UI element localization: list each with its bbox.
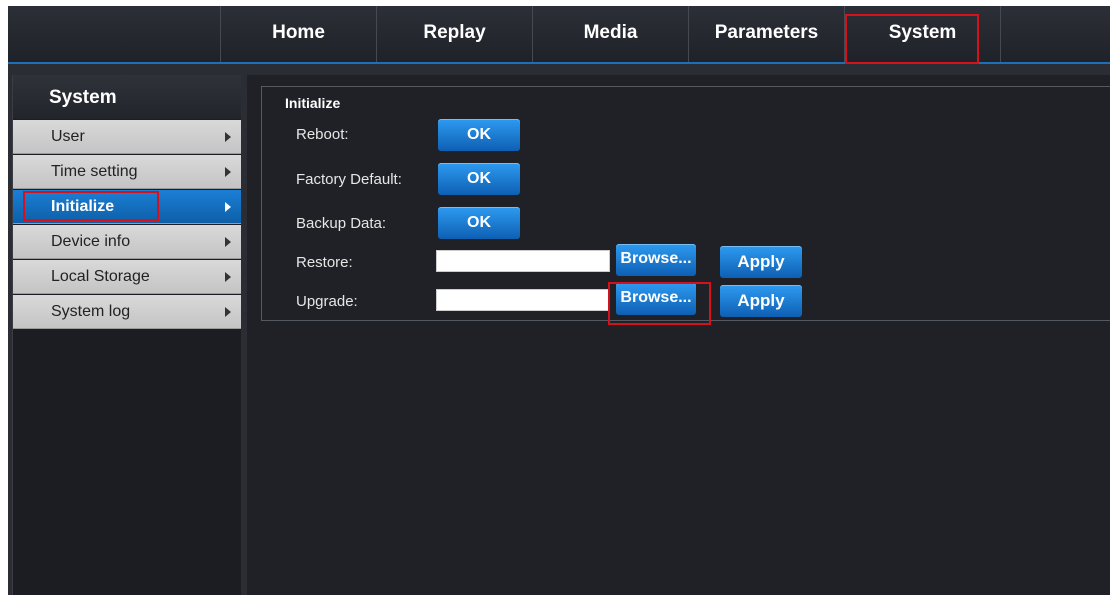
highlight-initialize-item bbox=[23, 191, 159, 221]
restore-file-input[interactable] bbox=[436, 250, 610, 272]
sidebar: System User Time setting Initialize Devi… bbox=[12, 75, 241, 595]
tab-home[interactable]: Home bbox=[220, 6, 376, 62]
chevron-right-icon bbox=[225, 202, 231, 212]
sidebar-item-system-log[interactable]: System log bbox=[13, 295, 241, 329]
factory-default-ok-button[interactable]: OK bbox=[438, 163, 520, 195]
highlight-system-tab bbox=[845, 14, 979, 64]
restore-apply-button[interactable]: Apply bbox=[720, 246, 802, 278]
tab-replay[interactable]: Replay bbox=[376, 6, 532, 62]
panel-title: Initialize bbox=[285, 95, 341, 111]
sidebar-item-user[interactable]: User bbox=[13, 120, 241, 154]
highlight-upgrade-browse bbox=[608, 282, 711, 325]
reboot-label: Reboot: bbox=[296, 126, 349, 143]
sidebar-item-label: System log bbox=[51, 303, 131, 320]
upgrade-file-input[interactable] bbox=[436, 289, 610, 311]
tab-parameters[interactable]: Parameters bbox=[688, 6, 844, 62]
sidebar-item-device-info[interactable]: Device info bbox=[13, 225, 241, 259]
tab-media[interactable]: Media bbox=[532, 6, 688, 62]
restore-browse-button[interactable]: Browse... bbox=[616, 244, 696, 276]
reboot-ok-button[interactable]: OK bbox=[438, 119, 520, 151]
chevron-right-icon bbox=[225, 132, 231, 142]
chevron-right-icon bbox=[225, 237, 231, 247]
chevron-right-icon bbox=[225, 272, 231, 282]
backup-data-label: Backup Data: bbox=[296, 215, 387, 232]
sidebar-item-label: Device info bbox=[51, 233, 131, 250]
sidebar-item-label: Local Storage bbox=[51, 268, 150, 285]
sidebar-item-label: Time setting bbox=[51, 163, 138, 180]
sidebar-title: System bbox=[13, 75, 241, 119]
upgrade-label: Upgrade: bbox=[296, 293, 358, 310]
restore-label: Restore: bbox=[296, 254, 353, 271]
chevron-right-icon bbox=[225, 307, 231, 317]
tab-divider bbox=[1000, 6, 1001, 62]
backup-data-ok-button[interactable]: OK bbox=[438, 207, 520, 239]
sidebar-item-time-setting[interactable]: Time setting bbox=[13, 155, 241, 189]
chevron-right-icon bbox=[225, 167, 231, 177]
upgrade-apply-button[interactable]: Apply bbox=[720, 285, 802, 317]
sidebar-item-local-storage[interactable]: Local Storage bbox=[13, 260, 241, 294]
factory-default-label: Factory Default: bbox=[296, 171, 402, 188]
sidebar-item-label: User bbox=[51, 128, 85, 145]
